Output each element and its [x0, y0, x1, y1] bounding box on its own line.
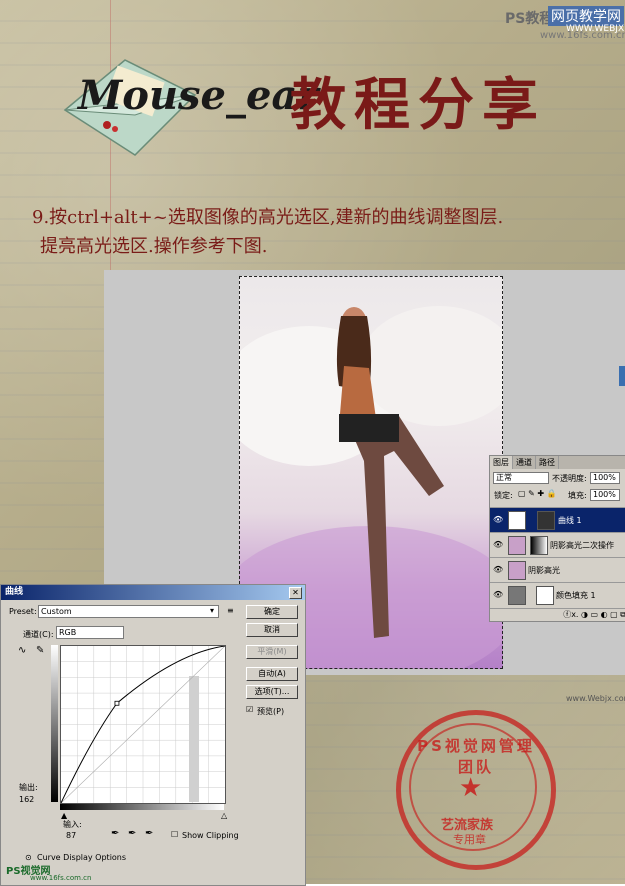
- lock-icons[interactable]: ▢ ✎ ✚ 🔒: [518, 489, 557, 498]
- layers-bottom-icons[interactable]: ⓕx. ◑ ▭ ◐ ▢ ⧉: [563, 610, 625, 619]
- seal-stamp: PS视觉网管理团队 ★ 艺流家族 专用章: [396, 710, 556, 870]
- channel-label: 通道(C):: [23, 630, 54, 639]
- layers-tabs: 图层 通道 路径: [490, 456, 625, 469]
- show-clipping-checkbox[interactable]: ☐: [171, 830, 178, 839]
- expand-icon[interactable]: ⊙: [25, 853, 32, 862]
- eye-icon[interactable]: 👁: [493, 540, 503, 549]
- curves-dialog: 曲线 ✕ Preset: Custom ▾ ≡ 通道(C): RGB ∿ ✎ ▲…: [0, 584, 306, 886]
- black-eyedropper-icon[interactable]: ✒: [111, 828, 119, 839]
- panel-collapse-arrow-icon[interactable]: [619, 366, 625, 386]
- layer-item-shadow-highlight-2[interactable]: 👁 阴影高光二次操作: [490, 532, 625, 557]
- title-english: Mouse_ear: [78, 72, 319, 119]
- curve-display-options-label[interactable]: Curve Display Options: [37, 853, 126, 862]
- fill-thumbnail: [508, 586, 526, 605]
- preset-menu-icon[interactable]: ≡: [227, 606, 234, 615]
- white-eyedropper-icon[interactable]: ✒: [145, 828, 153, 839]
- tab-channels[interactable]: 通道: [513, 456, 536, 469]
- instruction-line-2: 提亮高光选区.操作参考下图.: [40, 236, 268, 257]
- opacity-label: 不透明度:: [552, 474, 587, 483]
- instruction-text: 9.按ctrl+alt+~选取图像的高光选区,建新的曲线调整图层. 提亮高光选区…: [32, 203, 612, 261]
- opacity-input[interactable]: 100%: [590, 472, 620, 484]
- watermark-mid: www.Webjx.com: [566, 694, 625, 703]
- show-clipping-label: Show Clipping: [182, 831, 239, 840]
- chevron-down-icon[interactable]: ▾: [210, 606, 214, 615]
- title-chinese: 教程分享: [290, 72, 546, 138]
- dialog-title: 曲线: [1, 585, 305, 600]
- output-value: 162: [19, 795, 35, 804]
- seal-line-2: 专用章: [453, 833, 486, 846]
- tab-paths[interactable]: 路径: [536, 456, 559, 469]
- preview-label: 预览(P): [257, 707, 285, 716]
- fill-label: 填充:: [568, 491, 587, 500]
- output-label: 输出:: [19, 783, 38, 792]
- input-gradient: [60, 804, 224, 810]
- layer-item-color-fill[interactable]: 👁 颜色填充 1: [490, 582, 625, 607]
- options-button[interactable]: 选项(T)...: [246, 685, 298, 699]
- layer-name: 曲线 1: [558, 516, 582, 525]
- tab-layers[interactable]: 图层: [490, 456, 513, 469]
- curves-adjustment-thumbnail: [508, 511, 526, 530]
- footer-url: www.16fs.com.cn: [30, 874, 92, 882]
- preset-label: Preset:: [9, 607, 37, 616]
- white-point-slider-icon[interactable]: △: [221, 811, 227, 820]
- channel-select[interactable]: RGB: [56, 626, 124, 639]
- input-label: 输入:: [63, 820, 82, 829]
- layers-panel: 图层 通道 路径 正常 不透明度: 100% 锁定: ▢ ✎ ✚ 🔒 填充: 1…: [489, 455, 625, 622]
- smooth-button[interactable]: 平滑(M): [246, 645, 298, 659]
- output-gradient: [51, 645, 58, 802]
- instruction-line-1: 9.按ctrl+alt+~选取图像的高光选区,建新的曲线调整图层.: [32, 207, 504, 228]
- seal-arc-text: PS视觉网管理团队: [417, 737, 535, 776]
- layer-item-curves[interactable]: 👁 曲线 1: [490, 507, 625, 532]
- layer-thumbnail: [508, 536, 526, 555]
- layer-item-shadow-highlight[interactable]: 👁 阴影高光: [490, 557, 625, 582]
- input-value: 87: [66, 831, 77, 840]
- lock-label: 锁定:: [494, 491, 513, 500]
- preset-select[interactable]: Custom: [38, 605, 219, 618]
- blend-mode-select[interactable]: 正常: [493, 472, 549, 484]
- close-icon[interactable]: ✕: [289, 587, 302, 599]
- curve-tool-icon[interactable]: ∿: [18, 645, 26, 656]
- layer-mask-thumbnail: [530, 536, 548, 555]
- pencil-icon[interactable]: ✎: [36, 645, 44, 656]
- star-icon: ★: [459, 773, 483, 803]
- layer-name: 阴影高光: [528, 566, 560, 575]
- curve-graph[interactable]: [60, 645, 226, 804]
- preview-checkbox[interactable]: ☑: [246, 705, 253, 714]
- layer-name: 阴影高光二次操作: [550, 541, 614, 550]
- layer-name: 颜色填充 1: [556, 591, 596, 600]
- cancel-button[interactable]: 取消: [246, 623, 298, 637]
- watermark-site: 网页教学网: [548, 6, 624, 26]
- layer-thumbnail: [508, 561, 526, 580]
- eye-icon[interactable]: 👁: [493, 515, 503, 524]
- gray-eyedropper-icon[interactable]: ✒: [128, 828, 136, 839]
- auto-button[interactable]: 自动(A): [246, 667, 298, 681]
- layer-mask-thumbnail: [536, 586, 554, 605]
- eye-icon[interactable]: 👁: [493, 565, 503, 574]
- layers-bottom-toolbar[interactable]: ⓕx. ◑ ▭ ◐ ▢ ⧉: [490, 608, 625, 621]
- eye-icon[interactable]: 👁: [493, 590, 503, 599]
- fill-input[interactable]: 100%: [590, 489, 620, 501]
- layer-mask-thumbnail: [537, 511, 555, 530]
- watermark-site-url: WWW.WEBJX.COM: [566, 24, 625, 34]
- ok-button[interactable]: 确定: [246, 605, 298, 619]
